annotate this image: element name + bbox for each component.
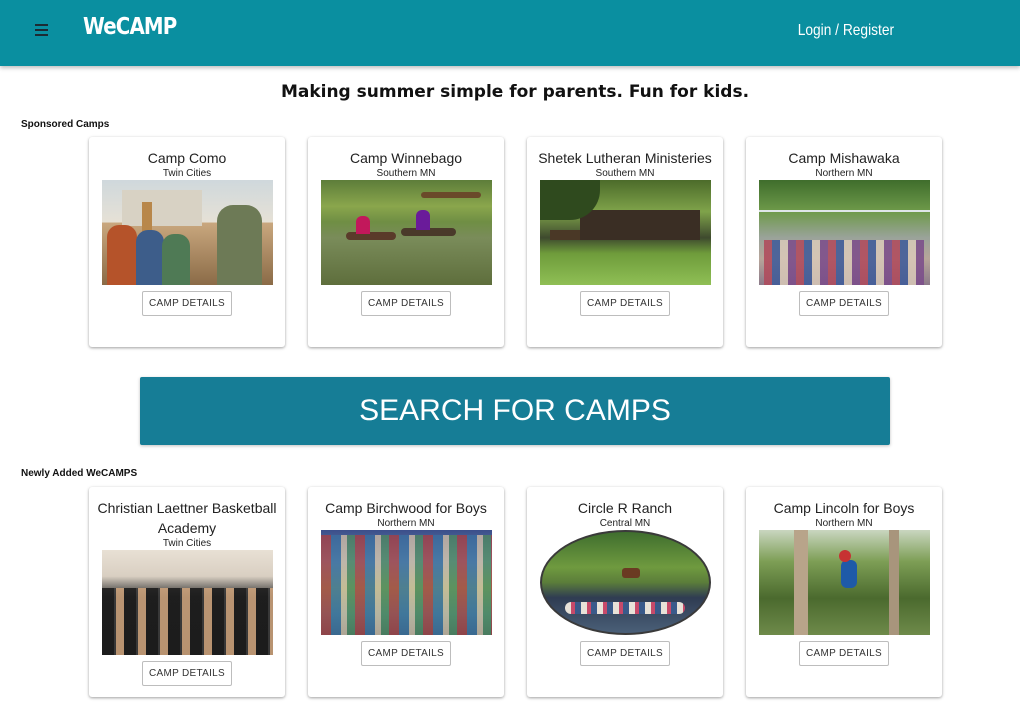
camp-region: Northern MN: [815, 168, 873, 179]
camp-region: Southern MN: [376, 168, 436, 179]
camp-region: Twin Cities: [162, 538, 212, 549]
camp-card: Camp Mishawaka Northern MN CAMP DETAILS: [746, 137, 942, 347]
camp-photo: [320, 180, 492, 285]
camp-details-button[interactable]: CAMP DETAILS: [141, 291, 233, 316]
sponsored-camps-heading: Sponsored Camps: [21, 119, 110, 130]
camp-name[interactable]: Camp Winnebago: [308, 148, 504, 168]
camp-name[interactable]: Camp Lincoln for Boys: [746, 498, 942, 518]
brand-logo[interactable]: WeCAMP: [83, 14, 177, 40]
camp-card: Camp Lincoln for Boys Northern MN CAMP D…: [746, 487, 942, 697]
camp-details-button[interactable]: CAMP DETAILS: [579, 291, 671, 316]
search-for-camps-button[interactable]: SEARCH FOR CAMPS: [140, 377, 890, 445]
camp-card: Camp Winnebago Southern MN CAMP DETAILS: [308, 137, 504, 347]
camp-card: Camp Como Twin Cities CAMP DETAILS: [89, 137, 285, 347]
camp-region: Northern MN: [815, 518, 873, 529]
camp-region: Twin Cities: [162, 168, 212, 179]
camp-card: Shetek Lutheran Ministeries Southern MN …: [527, 137, 723, 347]
camp-name[interactable]: Christian Laettner Basketball Academy: [89, 498, 285, 538]
hamburger-menu-icon[interactable]: [30, 21, 54, 43]
camp-region: Southern MN: [595, 168, 655, 179]
camp-name[interactable]: Circle R Ranch: [527, 498, 723, 518]
app-bar: WeCAMP Login / Register: [0, 0, 1020, 66]
page-tagline: Making summer simple for parents. Fun fo…: [280, 82, 750, 102]
camp-photo: [320, 530, 492, 635]
camp-details-button[interactable]: CAMP DETAILS: [360, 291, 452, 316]
camp-details-button[interactable]: CAMP DETAILS: [141, 661, 233, 686]
camp-details-button[interactable]: CAMP DETAILS: [798, 291, 890, 316]
camp-card: Camp Birchwood for Boys Northern MN CAMP…: [308, 487, 504, 697]
login-register-link[interactable]: Login / Register: [798, 22, 894, 40]
newly-added-heading: Newly Added WeCAMPS: [21, 468, 138, 479]
camp-photo: [539, 530, 711, 635]
camp-details-button[interactable]: CAMP DETAILS: [579, 641, 671, 666]
camp-name[interactable]: Shetek Lutheran Ministeries: [527, 148, 723, 168]
camp-photo: [539, 180, 711, 285]
camp-photo: [758, 530, 930, 635]
camp-photo: [101, 180, 273, 285]
camp-region: Central MN: [599, 518, 651, 529]
camp-details-button[interactable]: CAMP DETAILS: [360, 641, 452, 666]
camp-photo: [758, 180, 930, 285]
camp-card: Circle R Ranch Central MN CAMP DETAILS: [527, 487, 723, 697]
camp-name[interactable]: Camp Mishawaka: [746, 148, 942, 168]
camp-region: Northern MN: [377, 518, 435, 529]
camp-card: Christian Laettner Basketball Academy Tw…: [89, 487, 285, 697]
camp-photo: [101, 550, 273, 655]
camp-name[interactable]: Camp Birchwood for Boys: [308, 498, 504, 518]
camp-details-button[interactable]: CAMP DETAILS: [798, 641, 890, 666]
camp-name[interactable]: Camp Como: [89, 148, 285, 168]
